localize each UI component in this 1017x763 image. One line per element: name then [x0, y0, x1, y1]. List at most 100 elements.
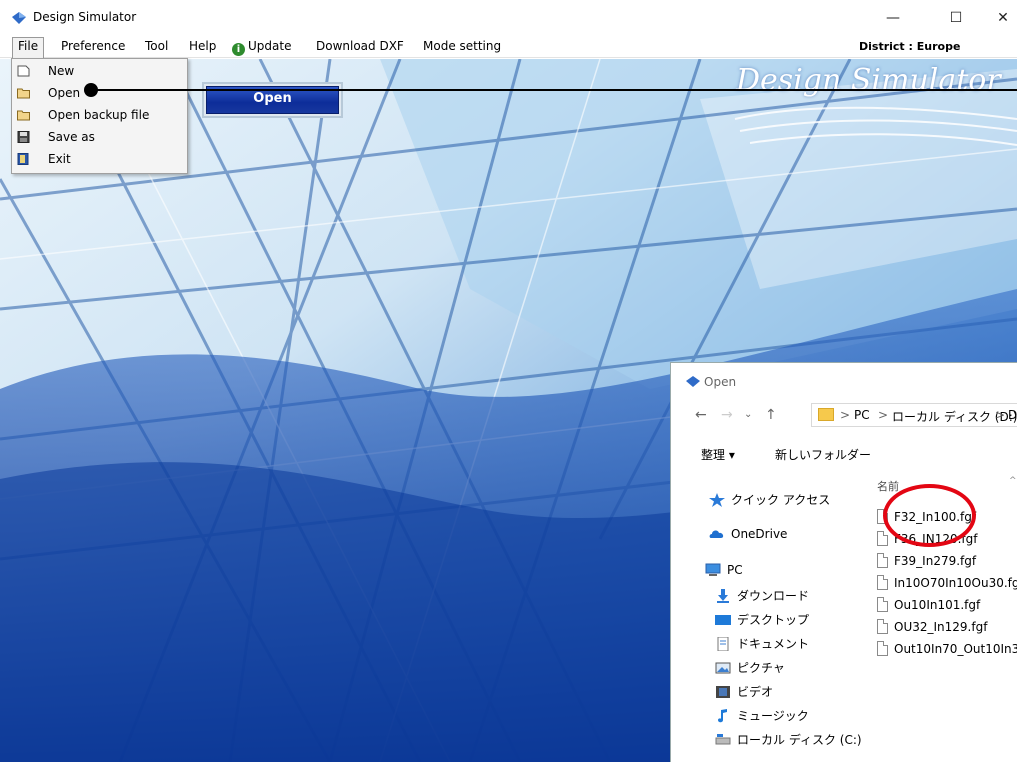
nav-videos[interactable]: ビデオ — [715, 683, 773, 705]
file-name: Ou10In101.fgf — [894, 598, 981, 612]
nav-documents[interactable]: ドキュメント — [715, 635, 809, 657]
menu-item-save-as-label: Save as — [48, 130, 95, 144]
up-arrow-icon[interactable]: ↑ — [765, 407, 777, 423]
dialog-toolbar: 整理 ▾ 新しいフォルダー — [671, 443, 1017, 467]
nav-desktop[interactable]: デスクトップ — [715, 611, 809, 633]
nav-music[interactable]: ミュージック — [715, 707, 809, 729]
file-icon — [877, 597, 888, 612]
nav-onedrive-label: OneDrive — [731, 527, 788, 541]
menu-item-new-label: New — [48, 64, 75, 78]
exit-icon — [17, 153, 29, 165]
nav-documents-label: ドキュメント — [737, 637, 810, 651]
file-name: OU32_In129.fgf — [894, 620, 988, 634]
maximize-button[interactable]: ☐ — [933, 0, 979, 36]
close-button[interactable]: ✕ — [980, 0, 1017, 36]
nav-pictures[interactable]: ピクチャ — [715, 659, 785, 681]
nav-pc[interactable]: PC — [705, 563, 743, 585]
file-item[interactable]: F39_In279.fgf — [877, 553, 976, 575]
menu-download-dxf[interactable]: Download DXF — [316, 39, 404, 53]
address-bar-row: ← → ⌄ ↑ > PC > ローカル ディスク (D:) > D — [681, 403, 1017, 427]
video-icon — [716, 686, 730, 698]
scroll-up-icon[interactable]: ^ — [1009, 476, 1017, 486]
new-file-icon — [17, 65, 30, 77]
menu-file[interactable]: File — [12, 37, 45, 58]
menu-item-exit-label: Exit — [48, 152, 71, 166]
nav-onedrive[interactable]: OneDrive — [709, 527, 787, 549]
menu-preference[interactable]: Preference — [61, 39, 125, 53]
nav-pictures-label: ピクチャ — [737, 661, 785, 675]
app-diamond-icon — [686, 376, 700, 387]
file-name: Out10In70_Out10In3 — [894, 642, 1017, 656]
save-icon — [17, 131, 30, 143]
open-button-frame: Open — [202, 82, 343, 118]
nav-downloads[interactable]: ダウンロード — [715, 587, 809, 609]
navigation-pane: クイック アクセス OneDrive PC ダウンロード デスクトップ ドキュメ… — [671, 489, 871, 763]
document-icon — [717, 637, 729, 651]
file-icon — [877, 531, 888, 546]
dialog-title: Open — [704, 375, 737, 389]
info-icon: i — [232, 43, 245, 56]
pc-icon — [705, 563, 721, 576]
recent-dropdown-icon[interactable]: ⌄ — [744, 409, 752, 420]
menu-update-label: Update — [248, 39, 292, 53]
organize-button[interactable]: 整理 ▾ — [701, 446, 735, 463]
menu-update[interactable]: i Update — [232, 39, 291, 56]
back-arrow-icon[interactable]: ← — [695, 407, 707, 423]
music-icon — [718, 709, 727, 723]
design-simulator-logo: Design Simulator — [736, 63, 1001, 98]
file-item[interactable]: In10O70In10Ou30.fgf — [877, 575, 1017, 597]
menu-item-open-label: Open — [48, 86, 81, 100]
cloud-icon — [709, 530, 724, 538]
forward-arrow-icon[interactable]: → — [721, 407, 733, 423]
menu-tool[interactable]: Tool — [145, 39, 168, 53]
nav-desktop-label: デスクトップ — [737, 613, 810, 627]
desktop-icon — [715, 615, 731, 625]
menu-item-new[interactable]: New — [12, 61, 187, 83]
file-icon — [877, 575, 888, 590]
title-bar: Design Simulator — ☐ ✕ — [0, 0, 1017, 36]
menu-mode-setting[interactable]: Mode setting — [423, 39, 501, 53]
new-folder-button[interactable]: 新しいフォルダー — [775, 446, 871, 463]
folder-icon — [818, 408, 834, 421]
file-menu-dropdown: New Open Open backup file Save as Exit — [11, 58, 188, 174]
district-label: District : Europe — [859, 40, 961, 53]
file-name: F39_In279.fgf — [894, 554, 977, 568]
callout-dot — [84, 83, 98, 97]
menu-item-open-backup[interactable]: Open backup file — [12, 105, 187, 127]
name-column-header[interactable]: 名前 — [877, 478, 899, 494]
callout-line — [96, 89, 1017, 91]
menu-item-open[interactable]: Open — [12, 83, 187, 105]
open-file-dialog: Open ← → ⌄ ↑ > PC > ローカル ディスク (D:) > D 整… — [670, 362, 1017, 762]
nav-downloads-label: ダウンロード — [737, 589, 810, 603]
menu-bar: File Preference Tool Help i Update Downlo… — [0, 36, 1017, 58]
breadcrumb-d-folder[interactable]: D — [1008, 408, 1017, 422]
disk-icon — [715, 734, 731, 745]
window-title: Design Simulator — [33, 10, 137, 24]
breadcrumb-separator: > — [878, 408, 889, 422]
download-icon — [717, 589, 729, 603]
breadcrumb-separator: > — [840, 408, 851, 422]
file-name: In10O70In10Ou30.fgf — [894, 576, 1017, 590]
open-folder-icon — [17, 110, 30, 121]
breadcrumb-pc[interactable]: PC — [854, 408, 870, 422]
nav-quick-access[interactable]: クイック アクセス — [709, 491, 830, 513]
file-item[interactable]: Ou10In101.fgf — [877, 597, 980, 619]
file-item[interactable]: OU32_In129.fgf — [877, 619, 987, 641]
nav-local-disk-c-label: ローカル ディスク (C:) — [737, 733, 862, 747]
menu-help[interactable]: Help — [189, 39, 216, 53]
file-icon — [877, 619, 888, 634]
nav-pc-label: PC — [727, 563, 743, 577]
menu-item-exit[interactable]: Exit — [12, 149, 187, 171]
menu-item-save-as[interactable]: Save as — [12, 127, 187, 149]
file-icon — [877, 641, 888, 656]
minimize-button[interactable]: — — [870, 0, 916, 36]
open-folder-icon — [17, 88, 30, 99]
address-bar[interactable]: > PC > ローカル ディスク (D:) > D — [811, 403, 1017, 427]
picture-icon — [715, 662, 731, 674]
file-item[interactable]: Out10In70_Out10In3 — [877, 641, 1017, 661]
nav-local-disk-c[interactable]: ローカル ディスク (C:) — [715, 731, 862, 753]
breadcrumb-separator: > — [995, 408, 1006, 422]
menu-item-open-backup-label: Open backup file — [48, 108, 150, 122]
app-diamond-icon — [12, 12, 26, 24]
nav-videos-label: ビデオ — [737, 685, 774, 699]
